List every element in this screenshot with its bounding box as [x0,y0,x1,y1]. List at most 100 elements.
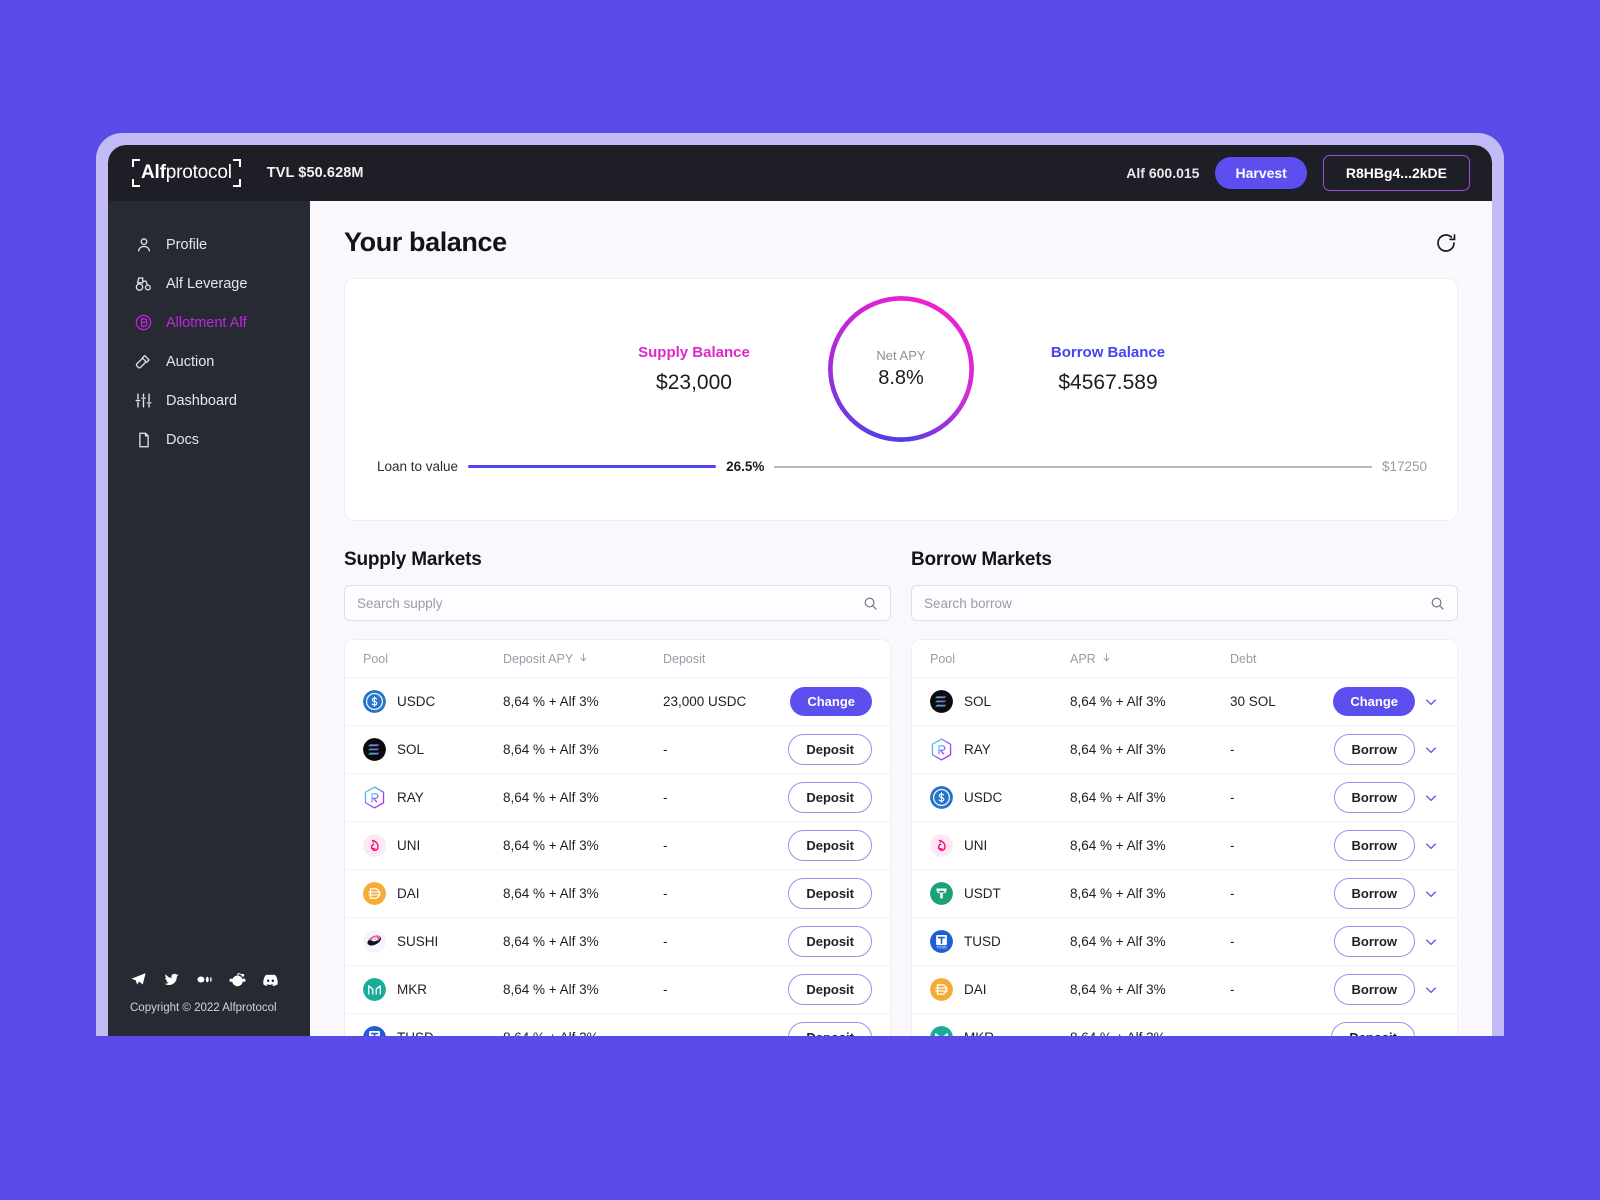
amount-cell: - [663,886,668,901]
table-row[interactable]: USDC 8,64 % + Alf 3% 23,000 USDC Change [345,678,890,726]
chevron-down-icon[interactable] [1423,742,1439,758]
column-header-deposit: Deposit [663,651,706,666]
borrow-button[interactable]: Borrow [1333,782,1415,813]
borrow-search-box[interactable] [911,585,1458,621]
chevron-down-icon[interactable] [1423,790,1439,806]
logo-text-light: protocol [165,162,232,183]
deposit-button[interactable]: Deposit [788,1022,872,1036]
deposit-button[interactable]: Deposit [788,830,872,861]
chevron-down-icon[interactable] [1423,934,1439,950]
chevron-down-icon[interactable] [1423,838,1439,854]
table-row[interactable]: TUSD TUSD 8,64 % + Alf 3% - Borrow [912,918,1457,966]
table-row[interactable]: SOL 8,64 % + Alf 3% 30 SOL Change [912,678,1457,726]
dai-token-icon [363,882,386,905]
telegram-icon[interactable] [130,971,147,988]
harvest-button[interactable]: Harvest [1215,157,1307,189]
loan-to-value-max: $17250 [1381,459,1427,474]
table-row[interactable]: MKR8,64 % + Alf 3%-Deposit [345,966,890,1014]
column-header-label: Deposit APY [503,651,574,666]
supply-search-input[interactable] [357,595,863,611]
borrow-button[interactable]: Borrow [1333,878,1415,909]
twitter-icon[interactable] [163,971,180,988]
deposit-button[interactable]: Deposit [788,926,872,957]
chevron-down-icon[interactable] [1423,694,1439,710]
deposit-button[interactable]: Deposit [788,974,872,1005]
chevron-down-icon[interactable] [1423,886,1439,902]
borrow-button[interactable]: Borrow [1333,830,1415,861]
mkr-token-icon [930,1026,953,1036]
deposit-button[interactable]: Deposit [788,734,872,765]
app-logo[interactable]: Alf protocol [132,159,241,187]
medium-icon[interactable] [196,971,213,988]
action-cell: Deposit [788,926,872,957]
sidebar-item-alf-leverage[interactable]: Alf Leverage [108,264,310,303]
chevron-down-icon[interactable] [1423,982,1439,998]
deposit-button[interactable]: Deposit [1331,1022,1415,1036]
tusd-token-icon: TUSD [363,1026,386,1036]
top-bar: Alf protocol TVL $50.628M Alf 600.015 Har… [108,145,1492,201]
table-row[interactable]: RAY 8,64 % + Alf 3% - Deposit [345,774,890,822]
user-icon [134,235,153,254]
action-cell: Change [1333,687,1439,716]
borrow-button[interactable]: Borrow [1333,974,1415,1005]
loan-to-value-percent: 26.5% [726,459,765,474]
change-button[interactable]: Change [790,687,872,716]
deposit-button[interactable]: Deposit [788,782,872,813]
table-row[interactable]: RAY 8,64 % + Alf 3% - Borrow [912,726,1457,774]
table-row[interactable]: UNI 8,64 % + Alf 3% - Borrow [912,822,1457,870]
sushi-token-icon [363,930,386,953]
deposit-button[interactable]: Deposit [788,878,872,909]
column-header-apr[interactable]: APR [1070,652,1230,666]
table-row[interactable]: DAI 8,64 % + Alf 3% - Deposit [345,870,890,918]
table-row[interactable]: SUSHI 8,64 % + Alf 3% - Deposit [345,918,890,966]
sidebar-item-allotment-alf[interactable]: Allotment Alf [108,303,310,342]
markets-section: Supply Markets Pool [344,549,1458,1036]
table-row[interactable]: DAI 8,64 % + Alf 3% - Borrow [912,966,1457,1014]
table-row[interactable]: MKR8,64 % + Alf 3%-Deposit [912,1014,1457,1036]
change-button[interactable]: Change [1333,687,1415,716]
borrow-button[interactable]: Borrow [1333,734,1415,765]
discord-icon[interactable] [262,971,279,988]
main-content: Your balance Supply Balance $23,000 Net … [310,201,1492,1036]
pool-name: UNI [964,838,988,853]
sliders-icon [134,391,153,410]
borrow-search-input[interactable] [924,595,1430,611]
table-row[interactable]: TUSD TUSD 8,64 % + Alf 3%-Deposit [345,1014,890,1036]
logo-text-bold: Alf [141,162,166,183]
sidebar-item-docs[interactable]: Docs [108,420,310,459]
logo-bracket-bottom-left-icon [132,179,140,187]
wallet-address-button[interactable]: R8HBg4...2kDE [1322,155,1470,191]
amount-cell: - [1230,1030,1331,1036]
sidebar-item-profile[interactable]: Profile [108,225,310,264]
search-icon[interactable] [1430,596,1445,611]
pool-cell: MKR [930,1026,1070,1036]
reddit-icon[interactable] [229,971,246,988]
sidebar-item-auction[interactable]: Auction [108,342,310,381]
borrow-button[interactable]: Borrow [1333,926,1415,957]
action-cell: Borrow [1333,926,1440,957]
supply-search-box[interactable] [344,585,891,621]
borrow-markets-column: Borrow Markets Pool [911,549,1458,1036]
uni-token-icon [930,834,953,857]
pool-name: UNI [397,838,421,853]
refresh-icon[interactable] [1434,231,1458,255]
borrow-balance-label: Borrow Balance [1050,343,1166,361]
table-row[interactable]: USDC 8,64 % + Alf 3% - Borrow [912,774,1457,822]
app-root: Alf protocol TVL $50.628M Alf 600.015 Har… [0,0,1600,1200]
search-icon[interactable] [863,596,878,611]
pool-cell: DAI [930,978,1070,1001]
sidebar-item-dashboard[interactable]: Dashboard [108,381,310,420]
ray-token-icon [363,786,386,809]
pool-name: TUSD [964,934,1001,949]
column-header-deposit-apy[interactable]: Deposit APY [503,652,663,666]
rate-cell: 8,64 % + Alf 3% [503,886,599,901]
pool-cell: USDC [930,786,1070,809]
table-row[interactable]: SOL 8,64 % + Alf 3% - Deposit [345,726,890,774]
pool-cell: RAY [930,738,1070,761]
borrow-balance-value: $4567.589 [1058,370,1158,394]
alf-balance: Alf 600.015 [1126,165,1200,181]
rate-cell: 8,64 % + Alf 3% [503,982,599,997]
usdc-token-icon [363,690,386,713]
table-row[interactable]: USDT 8,64 % + Alf 3% - Borrow [912,870,1457,918]
table-row[interactable]: UNI 8,64 % + Alf 3% - Deposit [345,822,890,870]
